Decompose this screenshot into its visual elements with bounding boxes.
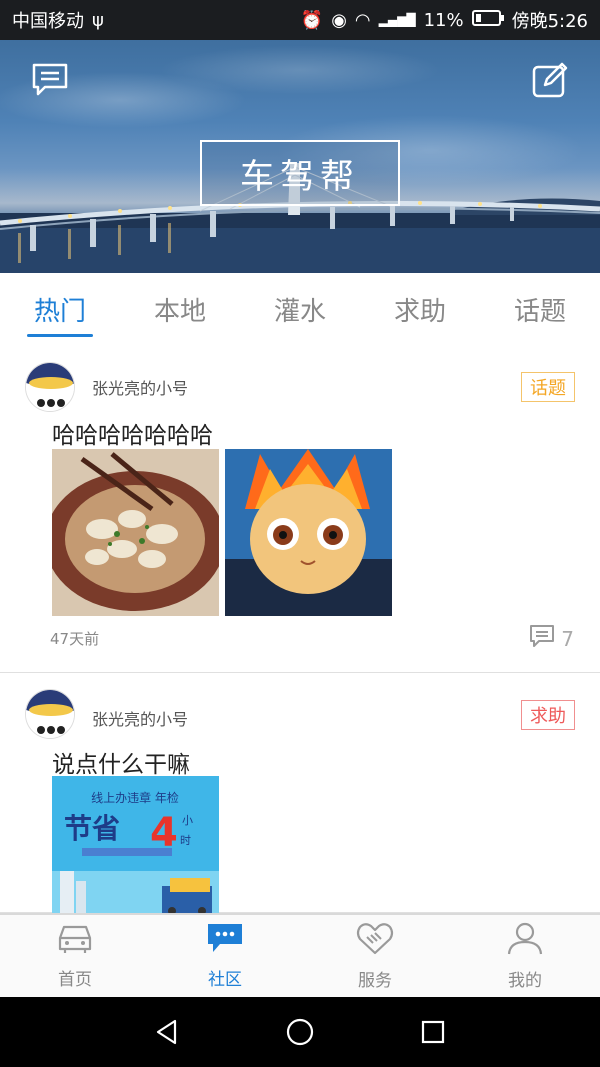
edit-icon[interactable] <box>530 60 570 100</box>
post-category-badge[interactable]: 求助 <box>521 700 575 730</box>
comment-count: 7 <box>561 626 574 651</box>
hero-banner: 车驾帮 <box>0 40 600 273</box>
username[interactable]: 张光亮的小号 <box>92 706 188 730</box>
tab-hot[interactable]: 热门 <box>0 273 120 345</box>
avatar[interactable] <box>25 689 75 739</box>
usb-icon: ψ <box>92 9 104 31</box>
recents-square-icon[interactable] <box>409 1008 457 1056</box>
post-text[interactable]: 说点什么干嘛 <box>52 745 190 779</box>
battery-percent: 11% <box>423 9 464 31</box>
car-icon <box>56 922 94 959</box>
status-bar: 中国移动 ψ ⏰ ◉ ◠ ▂▄▆█ 11% 傍晚5:26 <box>0 0 600 40</box>
avatar[interactable] <box>25 362 75 412</box>
post-image-wonton-soup[interactable] <box>52 449 219 616</box>
promo-unit-1: 小 <box>182 814 193 827</box>
nav-community-label: 社区 <box>208 970 242 990</box>
chat-bubble-icon <box>206 922 244 959</box>
nav-home-label: 首页 <box>58 970 92 990</box>
eye-icon: ◉ <box>331 9 347 31</box>
post-image-fire-cat[interactable] <box>225 449 392 616</box>
message-icon[interactable] <box>30 60 70 100</box>
home-circle-icon[interactable] <box>276 1008 324 1056</box>
handshake-icon <box>356 921 394 960</box>
nav-service-label: 服务 <box>358 971 392 991</box>
signal-icon: ▂▄▆█ <box>378 13 416 27</box>
nav-home[interactable]: 首页 <box>0 915 150 997</box>
comment-icon <box>529 624 555 653</box>
app-title: 车驾帮 <box>200 140 400 206</box>
tab-help[interactable]: 求助 <box>360 273 480 345</box>
post-feed[interactable]: 张光亮的小号 话题 哈哈哈哈哈哈哈 47天前 7 张光亮的小号 求助 说点什么干… <box>0 345 600 913</box>
category-tabs: 热门 本地 灌水 求助 话题 <box>0 273 600 345</box>
back-icon[interactable] <box>143 1008 191 1056</box>
wifi-icon: ◠ <box>354 9 371 31</box>
username[interactable]: 张光亮的小号 <box>92 375 188 399</box>
system-nav-bar <box>0 997 600 1067</box>
post-image-promo[interactable]: 线上办违章 年检 节省 4 小 时 <box>52 776 219 913</box>
promo-unit-2: 时 <box>180 834 191 847</box>
post-card[interactable]: 张光亮的小号 求助 说点什么干嘛 线上办违章 年检 节省 4 小 时 <box>0 673 600 913</box>
nav-mine-label: 我的 <box>508 971 542 991</box>
post-category-badge[interactable]: 话题 <box>521 372 575 402</box>
status-time: 傍晚5:26 <box>511 11 588 32</box>
alarm-icon: ⏰ <box>300 9 324 31</box>
carrier-name: 中国移动 <box>12 11 84 32</box>
nav-mine[interactable]: 我的 <box>450 915 600 997</box>
comment-button[interactable]: 7 <box>529 624 574 653</box>
bottom-nav: 首页 社区 服务 我的 <box>0 913 600 997</box>
battery-icon <box>471 9 504 32</box>
promo-line: 线上办违章 年检 <box>91 790 179 805</box>
post-card[interactable]: 张光亮的小号 话题 哈哈哈哈哈哈哈 47天前 7 <box>0 345 600 673</box>
post-time: 47天前 <box>50 630 100 648</box>
tab-chat[interactable]: 灌水 <box>240 273 360 345</box>
tab-topic[interactable]: 话题 <box>480 273 600 345</box>
promo-headline: 节省 <box>64 812 120 845</box>
tab-local[interactable]: 本地 <box>120 273 240 345</box>
post-text[interactable]: 哈哈哈哈哈哈哈 <box>52 416 213 450</box>
nav-community[interactable]: 社区 <box>150 915 300 997</box>
person-icon <box>506 921 544 960</box>
nav-service[interactable]: 服务 <box>300 915 450 997</box>
